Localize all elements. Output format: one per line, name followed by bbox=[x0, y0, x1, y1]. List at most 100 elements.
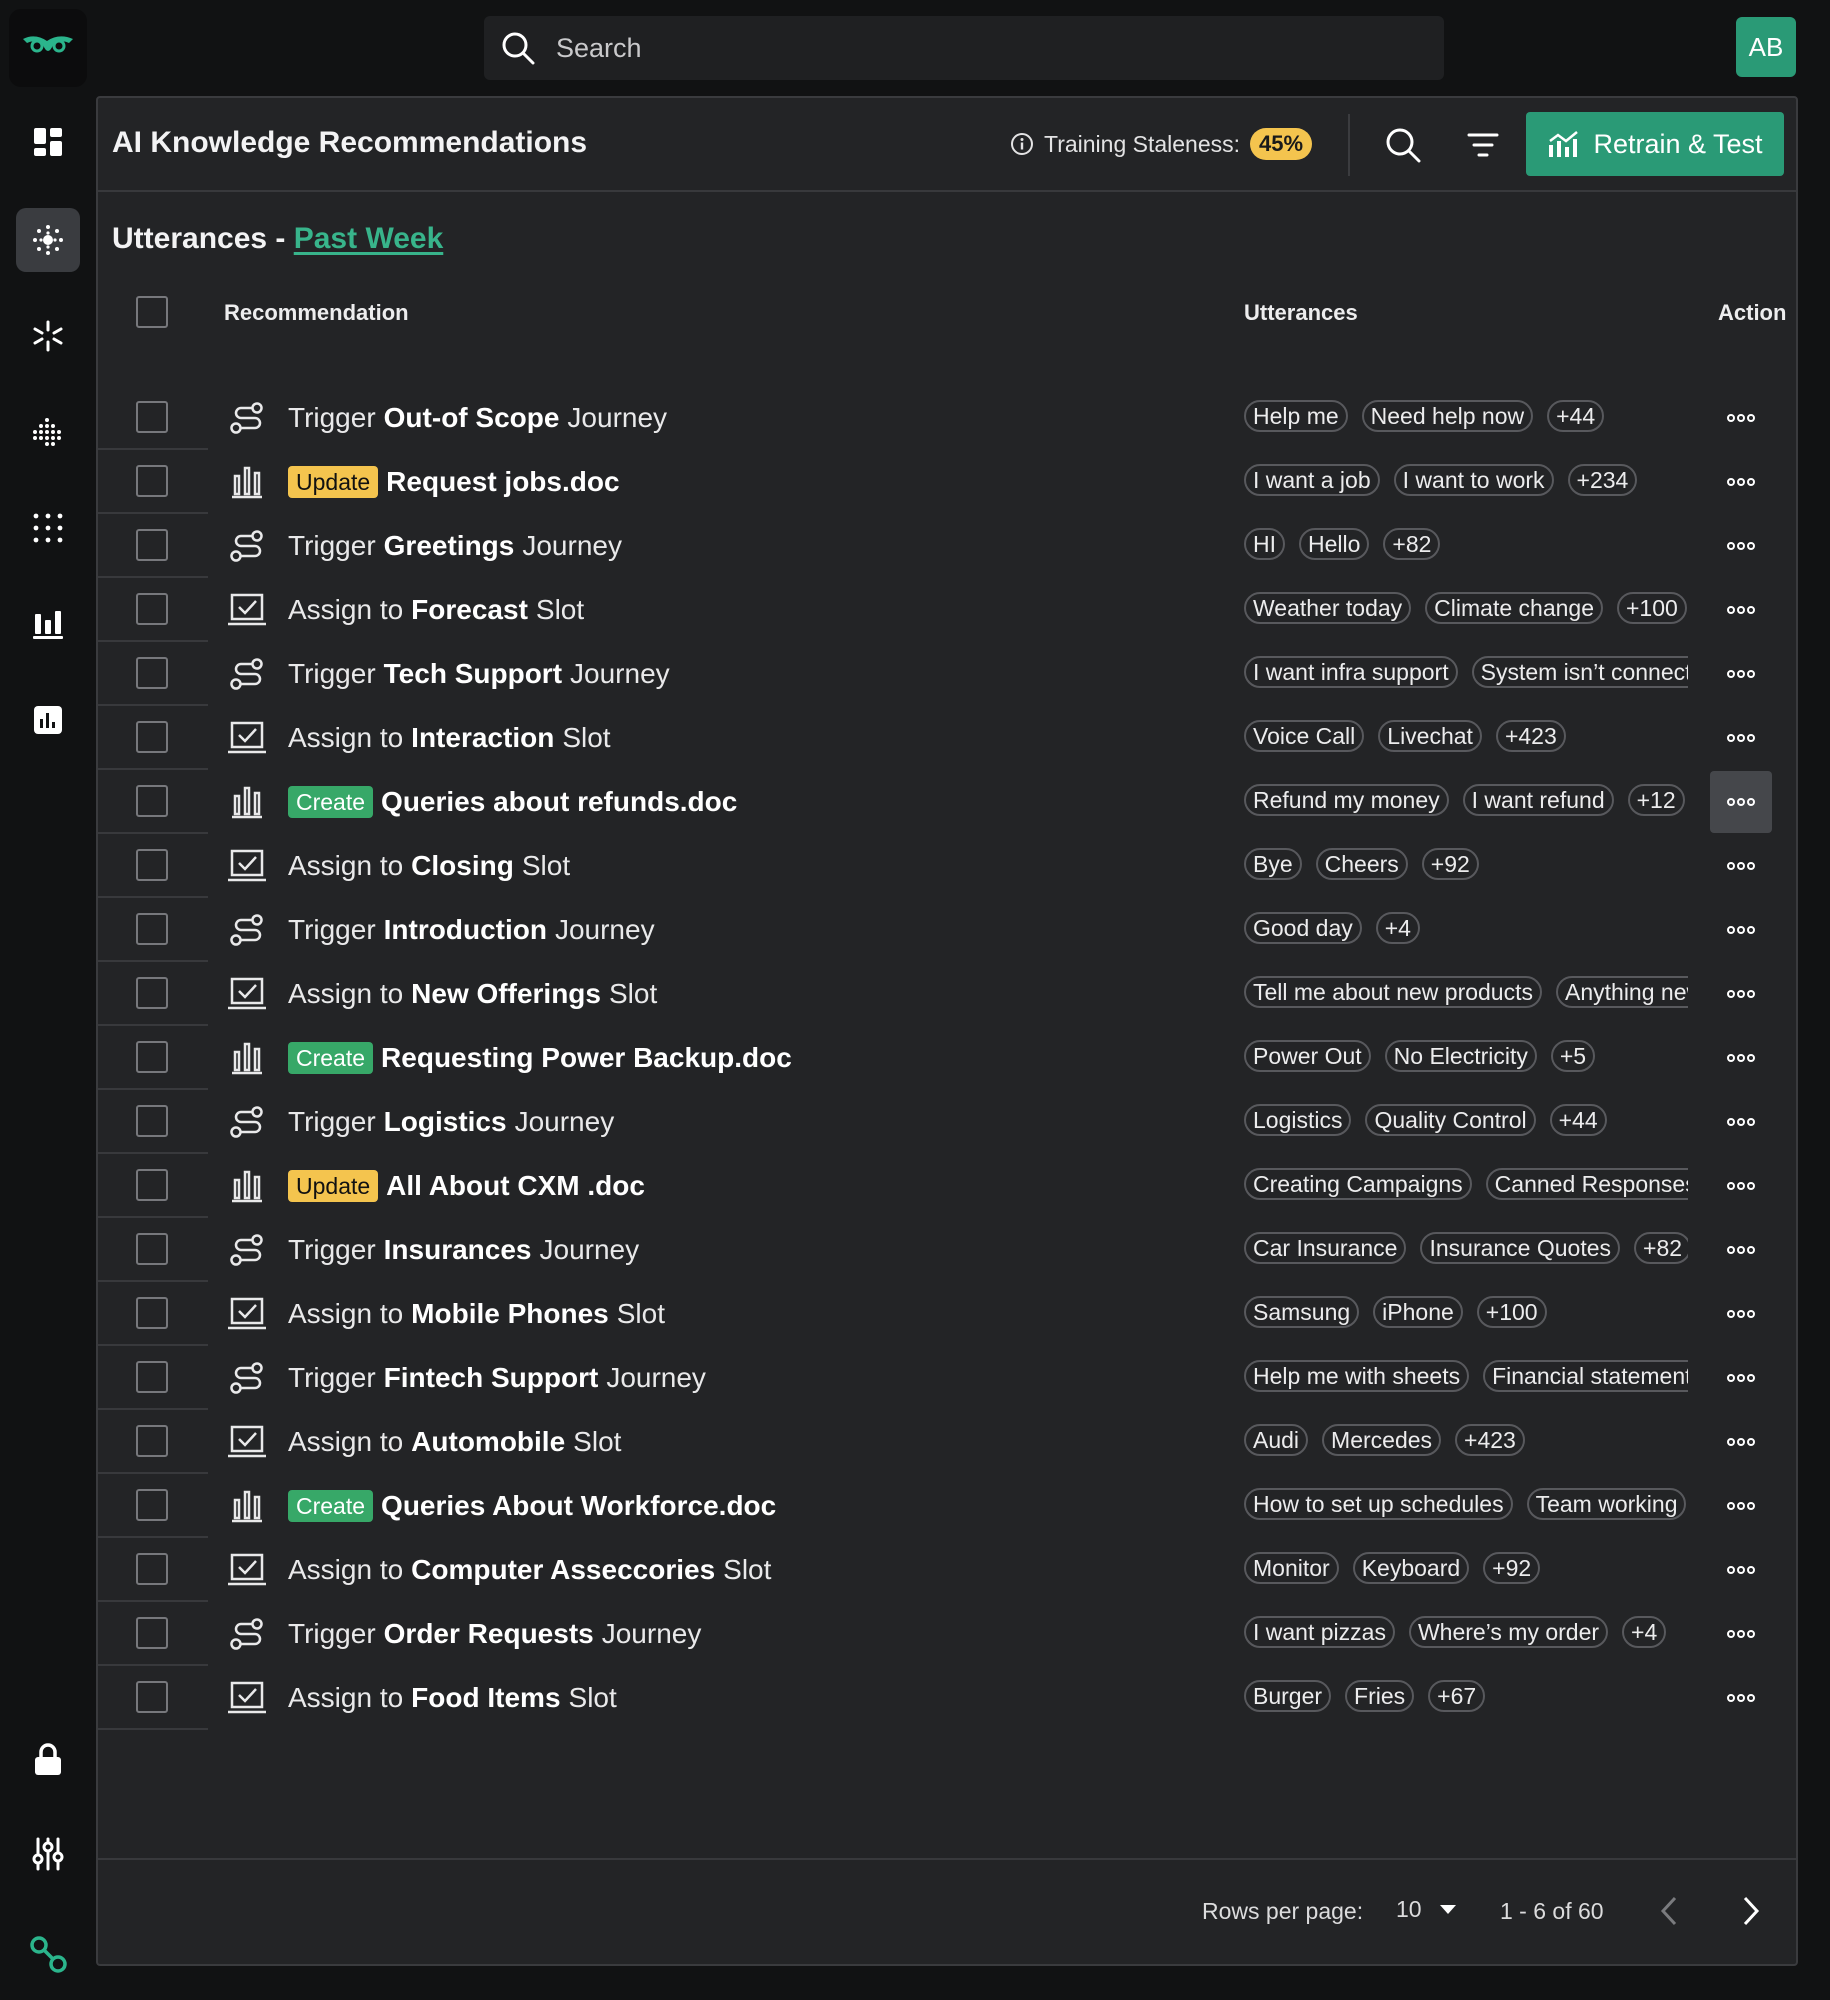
utterance-chip[interactable]: +4 bbox=[1622, 1616, 1667, 1648]
row-checkbox[interactable] bbox=[136, 913, 168, 945]
previous-page-button[interactable] bbox=[1644, 1886, 1694, 1936]
utterance-chip[interactable]: +82 bbox=[1634, 1232, 1688, 1264]
recommendation-row[interactable]: Trigger Insurances Journey Car Insurance Ins… bbox=[98, 1218, 1796, 1282]
utterance-chip[interactable]: Team working bbox=[1526, 1488, 1687, 1520]
recommendation-text[interactable]: Assign to Automobile Slot bbox=[288, 1426, 621, 1458]
utterance-chip[interactable]: Samsung bbox=[1244, 1296, 1360, 1328]
row-actions-button[interactable] bbox=[1710, 1347, 1772, 1409]
row-checkbox[interactable] bbox=[136, 1361, 168, 1393]
recommendation-text[interactable]: Create Queries About Workforce.doc bbox=[288, 1490, 784, 1522]
utterance-chip[interactable]: System isn’t connecting bbox=[1471, 656, 1688, 688]
utterance-chip[interactable]: +67 bbox=[1428, 1680, 1486, 1712]
utterance-chip[interactable]: Insurance Quotes bbox=[1420, 1232, 1621, 1264]
row-checkbox[interactable] bbox=[136, 785, 168, 817]
utterance-chip[interactable]: +100 bbox=[1616, 592, 1687, 624]
recommendation-text[interactable]: Trigger Out-of Scope Journey bbox=[288, 402, 667, 434]
recommendation-text[interactable]: Assign to Forecast Slot bbox=[288, 594, 584, 626]
recommendation-row[interactable]: Create Requesting Power Backup.doc Power O… bbox=[98, 1026, 1796, 1090]
row-checkbox[interactable] bbox=[136, 1233, 168, 1265]
row-checkbox[interactable] bbox=[136, 1489, 168, 1521]
utterance-chip[interactable]: +423 bbox=[1455, 1424, 1525, 1456]
recommendation-text[interactable]: Create Queries about refunds.doc bbox=[288, 786, 745, 818]
utterance-chip[interactable]: Keyboard bbox=[1352, 1552, 1470, 1584]
global-search[interactable] bbox=[484, 16, 1444, 80]
utterance-chip[interactable]: Help me with sheets bbox=[1244, 1360, 1470, 1392]
recommendation-row[interactable]: Assign to New Offerings Slot Tell me about … bbox=[98, 962, 1796, 1026]
utterance-chip[interactable]: +100 bbox=[1476, 1296, 1547, 1328]
recommendation-text[interactable]: Trigger Order Requests Journey bbox=[288, 1618, 701, 1650]
utterance-chip[interactable]: I want infra support bbox=[1244, 656, 1458, 688]
recommendation-row[interactable]: Trigger Order Requests Journey I want pizza… bbox=[98, 1602, 1796, 1666]
utterance-chip[interactable]: How to set up schedules bbox=[1244, 1488, 1513, 1520]
row-actions-button[interactable] bbox=[1710, 899, 1772, 961]
nav-settings[interactable] bbox=[16, 1822, 80, 1886]
recommendation-text[interactable]: Assign to Mobile Phones Slot bbox=[288, 1298, 665, 1330]
nav-sparkle[interactable] bbox=[16, 304, 80, 368]
recommendation-row[interactable]: Update Request jobs.doc I want a job I want… bbox=[98, 450, 1796, 514]
utterance-chip[interactable]: Audi bbox=[1244, 1424, 1309, 1456]
recommendation-row[interactable]: Assign to Interaction Slot Voice Call Livech… bbox=[98, 706, 1796, 770]
row-checkbox[interactable] bbox=[136, 1105, 168, 1137]
row-actions-button[interactable] bbox=[1710, 1539, 1772, 1601]
row-actions-button[interactable] bbox=[1710, 579, 1772, 641]
select-all-checkbox[interactable] bbox=[136, 296, 168, 328]
nav-reports[interactable] bbox=[16, 688, 80, 752]
row-actions-button[interactable] bbox=[1710, 515, 1772, 577]
utterance-chip[interactable]: +92 bbox=[1483, 1552, 1541, 1584]
nav-analytics[interactable] bbox=[16, 592, 80, 656]
utterance-chip[interactable]: Good day bbox=[1244, 912, 1362, 944]
utterance-chip[interactable]: HI bbox=[1244, 528, 1285, 560]
row-actions-button[interactable] bbox=[1710, 1667, 1772, 1729]
row-checkbox[interactable] bbox=[136, 1617, 168, 1649]
utterance-chip[interactable]: No Electricity bbox=[1384, 1040, 1537, 1072]
row-actions-button[interactable] bbox=[1710, 707, 1772, 769]
nav-ai-hub[interactable] bbox=[16, 208, 80, 272]
row-checkbox[interactable] bbox=[136, 1425, 168, 1457]
recommendation-row[interactable]: Create Queries About Workforce.doc How to … bbox=[98, 1474, 1796, 1538]
row-actions-button[interactable] bbox=[1710, 963, 1772, 1025]
recommendation-text[interactable]: Trigger Fintech Support Journey bbox=[288, 1362, 706, 1394]
recommendation-row[interactable]: Assign to Food Items Slot Burger Fries +67 bbox=[98, 1666, 1796, 1730]
utterance-chip[interactable]: Financial statements bbox=[1483, 1360, 1688, 1392]
row-actions-button[interactable] bbox=[1710, 1411, 1772, 1473]
recommendation-row[interactable]: Trigger Out-of Scope Journey Help me Need he… bbox=[98, 386, 1796, 450]
utterance-chip[interactable]: Hello bbox=[1299, 528, 1370, 560]
utterance-chip[interactable]: Tell me about new products bbox=[1244, 976, 1542, 1008]
utterance-chip[interactable]: I want to work bbox=[1393, 464, 1554, 496]
time-range-link[interactable]: Past Week bbox=[294, 222, 444, 255]
row-checkbox[interactable] bbox=[136, 977, 168, 1009]
recommendation-row[interactable]: Assign to Computer Asseccories Slot Monitor… bbox=[98, 1538, 1796, 1602]
utterance-chip[interactable]: Logistics bbox=[1244, 1104, 1352, 1136]
column-header-utterances[interactable]: Utterances bbox=[1244, 300, 1358, 326]
row-actions-button[interactable] bbox=[1710, 1091, 1772, 1153]
utterance-chip[interactable]: Anything new bbox=[1556, 976, 1688, 1008]
utterance-chip[interactable]: +5 bbox=[1550, 1040, 1596, 1072]
utterance-chip[interactable]: Climate change bbox=[1425, 592, 1603, 624]
recommendation-text[interactable]: Update Request jobs.doc bbox=[288, 466, 628, 498]
nav-integrations[interactable] bbox=[16, 1922, 80, 1986]
row-checkbox[interactable] bbox=[136, 1297, 168, 1329]
row-actions-button[interactable] bbox=[1710, 835, 1772, 897]
utterance-chip[interactable]: Creating Campaigns bbox=[1244, 1168, 1472, 1200]
recommendation-text[interactable]: Assign to Computer Asseccories Slot bbox=[288, 1554, 771, 1586]
info-icon[interactable] bbox=[1010, 132, 1034, 156]
row-checkbox[interactable] bbox=[136, 465, 168, 497]
utterance-chip[interactable]: I want a job bbox=[1244, 464, 1380, 496]
recommendation-row[interactable]: Assign to Automobile Slot Audi Mercedes +423 bbox=[98, 1410, 1796, 1474]
utterance-chip[interactable]: +423 bbox=[1495, 720, 1566, 752]
utterance-chip[interactable]: Refund my money bbox=[1244, 784, 1449, 816]
row-actions-button[interactable] bbox=[1710, 1603, 1772, 1665]
utterance-chip[interactable]: Quality Control bbox=[1365, 1104, 1536, 1136]
row-checkbox[interactable] bbox=[136, 593, 168, 625]
filter-button[interactable] bbox=[1460, 122, 1506, 168]
utterance-chip[interactable]: Voice Call bbox=[1244, 720, 1365, 752]
recommendation-row[interactable]: Create Queries about refunds.doc Refund my… bbox=[98, 770, 1796, 834]
recommendation-row[interactable]: Assign to Forecast Slot Weather today Climat… bbox=[98, 578, 1796, 642]
nav-dashboard[interactable] bbox=[16, 110, 80, 174]
utterance-chip[interactable]: Car Insurance bbox=[1244, 1232, 1407, 1264]
recommendation-text[interactable]: Trigger Tech Support Journey bbox=[288, 658, 670, 690]
recommendation-text[interactable]: Update All About CXM .doc bbox=[288, 1170, 653, 1202]
row-actions-button[interactable] bbox=[1710, 1219, 1772, 1281]
recommendation-text[interactable]: Assign to New Offerings Slot bbox=[288, 978, 657, 1010]
utterance-chip[interactable]: +44 bbox=[1549, 1104, 1607, 1136]
